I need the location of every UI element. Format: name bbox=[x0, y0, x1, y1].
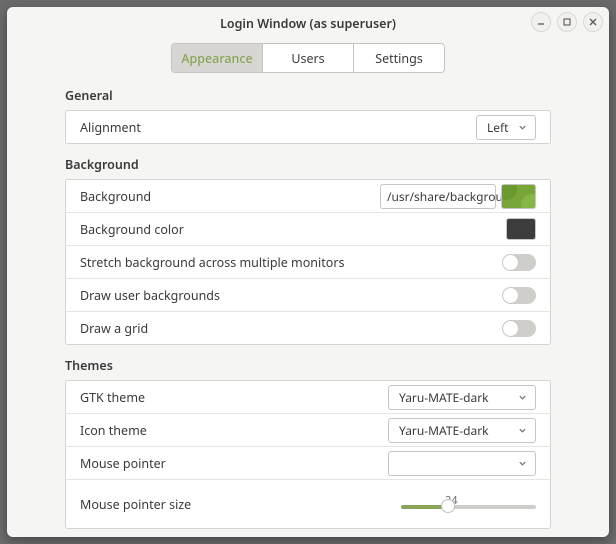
grid-label: Draw a grid bbox=[80, 320, 148, 337]
grid-toggle[interactable] bbox=[502, 320, 536, 337]
gtk-theme-combo[interactable]: Yaru-MATE-dark bbox=[388, 385, 536, 410]
background-color-button[interactable] bbox=[506, 218, 536, 240]
row-background-color: Background color bbox=[66, 213, 550, 246]
maximize-button[interactable] bbox=[557, 12, 577, 32]
pointer-size-label: Mouse pointer size bbox=[80, 496, 191, 513]
row-icon-theme: Icon theme Yaru-MATE-dark bbox=[66, 414, 550, 447]
content-area: Appearance Users Settings General Alignm… bbox=[7, 39, 609, 537]
user-bg-toggle[interactable] bbox=[502, 287, 536, 304]
maximize-icon bbox=[562, 17, 572, 27]
toggle-knob bbox=[503, 255, 518, 270]
close-button[interactable] bbox=[583, 12, 603, 32]
tab-users[interactable]: Users bbox=[263, 44, 354, 72]
titlebar: Login Window (as superuser) bbox=[7, 7, 609, 39]
row-stretch-monitors: Stretch background across multiple monit… bbox=[66, 246, 550, 279]
user-bg-label: Draw user backgrounds bbox=[80, 287, 220, 304]
slider-thumb[interactable] bbox=[441, 499, 455, 513]
section-title-themes: Themes bbox=[65, 357, 551, 374]
chevron-down-icon bbox=[518, 426, 527, 435]
panel-themes: GTK theme Yaru-MATE-dark Icon theme Yaru… bbox=[65, 380, 551, 529]
toggle-knob bbox=[503, 288, 518, 303]
mouse-pointer-label: Mouse pointer bbox=[80, 455, 166, 472]
row-mouse-pointer: Mouse pointer bbox=[66, 447, 550, 480]
tab-appearance[interactable]: Appearance bbox=[172, 44, 263, 72]
tab-settings[interactable]: Settings bbox=[354, 44, 444, 72]
app-window: Login Window (as superuser) Appearance U… bbox=[7, 7, 609, 537]
minimize-button[interactable] bbox=[531, 12, 551, 32]
icon-theme-combo[interactable]: Yaru-MATE-dark bbox=[388, 418, 536, 443]
chevron-down-icon bbox=[518, 393, 527, 402]
row-gtk-theme: GTK theme Yaru-MATE-dark bbox=[66, 381, 550, 414]
window-title: Login Window (as superuser) bbox=[220, 15, 396, 32]
pointer-size-slider-area: 24 bbox=[401, 499, 536, 509]
icon-theme-label: Icon theme bbox=[80, 422, 147, 439]
minimize-icon bbox=[536, 17, 546, 27]
gtk-theme-label: GTK theme bbox=[80, 389, 145, 406]
gtk-theme-value: Yaru-MATE-dark bbox=[399, 389, 489, 406]
row-user-backgrounds: Draw user backgrounds bbox=[66, 279, 550, 312]
panel-background: Background /usr/share/background Backgro… bbox=[65, 179, 551, 345]
row-background-path: Background /usr/share/background bbox=[66, 180, 550, 213]
settings-body: General Alignment Left Background Backgr… bbox=[25, 87, 591, 529]
section-title-background: Background bbox=[65, 156, 551, 173]
toggle-knob bbox=[503, 321, 518, 336]
panel-general: Alignment Left bbox=[65, 110, 551, 144]
pointer-size-slider[interactable]: 24 bbox=[401, 499, 536, 509]
section-title-general: General bbox=[65, 87, 551, 104]
close-icon bbox=[588, 17, 598, 27]
mouse-pointer-combo[interactable] bbox=[388, 451, 536, 476]
stretch-label: Stretch background across multiple monit… bbox=[80, 254, 344, 271]
row-draw-grid: Draw a grid bbox=[66, 312, 550, 344]
chevron-down-icon bbox=[518, 459, 527, 468]
row-pointer-size: Mouse pointer size 24 bbox=[66, 480, 550, 528]
chevron-down-icon bbox=[518, 123, 527, 132]
alignment-value: Left bbox=[487, 119, 509, 136]
alignment-combo[interactable]: Left bbox=[476, 115, 536, 140]
alignment-label: Alignment bbox=[80, 119, 141, 136]
background-controls: /usr/share/background bbox=[380, 184, 536, 209]
stretch-toggle[interactable] bbox=[502, 254, 536, 271]
slider-track bbox=[401, 505, 536, 509]
background-label: Background bbox=[80, 188, 151, 205]
window-controls bbox=[531, 12, 603, 32]
icon-theme-value: Yaru-MATE-dark bbox=[399, 422, 489, 439]
background-path-field[interactable]: /usr/share/background bbox=[380, 184, 496, 209]
row-alignment: Alignment Left bbox=[66, 111, 550, 143]
tab-group: Appearance Users Settings bbox=[171, 43, 445, 73]
tab-bar: Appearance Users Settings bbox=[25, 43, 591, 73]
background-color-label: Background color bbox=[80, 221, 184, 238]
background-preview-button[interactable] bbox=[501, 184, 536, 209]
background-path-text: /usr/share/background bbox=[387, 188, 518, 205]
